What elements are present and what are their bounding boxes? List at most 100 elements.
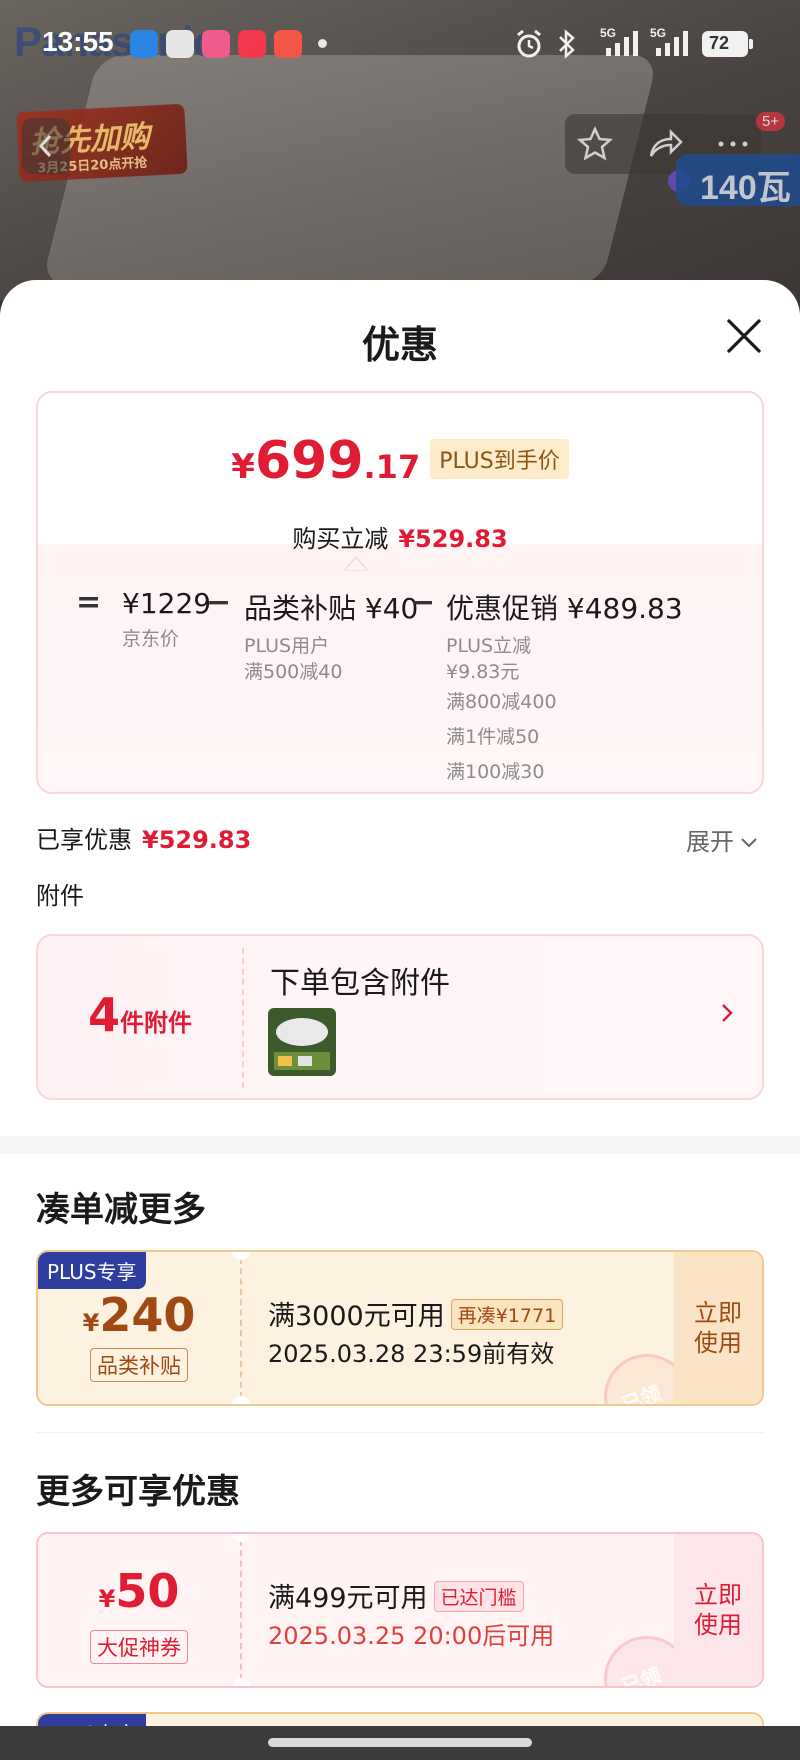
back-button[interactable] [22,118,70,174]
promo-column: 优惠促销 ¥489.83 PLUS立减 ¥9.83元 满800减400 满1件减5… [446,587,683,790]
promo-detail: PLUS立减 ¥9.83元 [446,633,683,685]
coupon-currency: ¥ [82,1309,100,1337]
watt-badge: 140瓦 [676,154,800,207]
coupon-validity: 2025.03.28 23:59前有效 [268,1340,555,1368]
jd-price: ¥1229 [122,587,212,620]
currency-symbol: ¥ [231,447,255,487]
minus-sign: − [206,585,232,620]
sheet-title: 优惠 [361,323,438,367]
close-icon[interactable] [724,316,764,356]
price-breakdown-card: ¥699.17 PLUS到手价 购买立减 ¥529.83 = ¥1229 京东价 −… [36,391,764,794]
chevron-down-icon [741,838,757,848]
use-now-button[interactable]: 立即 使用 [674,1252,762,1404]
instant-discount-line: 购买立减 ¥529.83 [38,519,762,554]
coupon-amount: ¥50 [38,1564,240,1618]
enjoyed-amount: ¥529.83 [142,826,252,854]
subsidy-detail: PLUS用户 满500减40 [244,633,418,685]
card-divider [242,948,244,1088]
jd-price-column: ¥1229 京东价 [122,587,211,652]
claimed-stamp-text: 已领 [618,1380,665,1406]
notes-app-icon [238,30,266,58]
signal-icon [656,31,688,56]
promo-amount: 优惠促销 ¥489.83 [446,592,683,625]
cart-count-badge: 5+ [756,112,786,131]
battery-icon: 72 [702,31,753,57]
minus-sign: − [410,585,436,620]
subsidy-column: 品类补贴 ¥40 PLUS用户 满500减40 [244,587,418,685]
coupon-tag: 再凑¥1771 [450,1299,564,1330]
coupon-tag: 已达门槛 [433,1581,524,1612]
chevron-left-icon [38,134,52,158]
use-now-label-line: 使用 [694,1329,742,1357]
alarm-icon [517,29,541,58]
use-now-label-line: 立即 [694,1299,742,1327]
star-icon[interactable] [575,126,615,162]
accessories-card[interactable]: 4件附件 下单包含附件 [36,934,764,1100]
extra-offers-title: 更多可享优惠 [36,1472,240,1512]
coupon-type-label: 品类补贴 [90,1348,188,1382]
claimed-stamp-text: 已领 [618,1662,665,1688]
enjoyed-label: 已享优惠 [36,826,132,854]
coupon-value-area: ¥50 大促神券 [38,1534,240,1686]
notification-dot [318,39,327,48]
use-now-label: 立即 使用 [674,1298,762,1358]
signal-icon [606,31,638,56]
plus-exclusive-badge: PLUS专享 [38,1252,146,1289]
coupon-condition: 满499元可用 已达门槛 [268,1576,524,1615]
discount-amount: ¥529.83 [398,525,508,553]
status-bar: 13:55 5G 5G 72 [0,0,800,88]
accessories-title: 附件 [36,882,84,910]
coupon-perforation [240,1540,242,1680]
promo-rule: 满800减400 [446,691,557,713]
divider [36,1432,764,1433]
promo-rule: 满1件减50 [446,726,540,748]
final-price: ¥699.17 [231,431,420,491]
coupon-perforation [240,1258,242,1398]
chevron-right-icon [722,1004,733,1022]
coupon-condition-text: 满3000元可用 [268,1301,445,1332]
coupon-condition: 满3000元可用 再凑¥1771 [268,1294,564,1333]
price-decimal: .17 [363,448,421,486]
subsidy-amount: 品类补贴 ¥40 [244,592,419,625]
coupon-type: 大促神券 [38,1630,240,1664]
section-separator [0,1136,800,1154]
coupon-type: 品类补贴 [38,1348,240,1382]
more-savings-title: 凑单减更多 [36,1190,206,1230]
use-now-label: 立即 使用 [674,1580,762,1640]
accessory-thumbnail [268,1008,336,1076]
coupon-amount-number: 240 [99,1288,196,1342]
accessory-count: 4件附件 [38,988,242,1042]
accessory-count-number: 4 [87,988,120,1042]
use-now-button[interactable]: 立即 使用 [674,1534,762,1686]
coupon-card: ¥50 大促神券 满499元可用 已达门槛 2025.03.25 20:00后可用… [36,1532,764,1688]
coupon-amount-number: 50 [115,1564,180,1618]
coupon-currency: ¥ [98,1585,116,1613]
price-breakdown: = ¥1229 京东价 − 品类补贴 ¥40 PLUS用户 满500减40 − 优… [38,571,762,791]
sheet-header: 优惠 [0,280,800,390]
subsidy-rule: 满500减40 [244,661,343,683]
coupon-amount: ¥240 [38,1288,240,1342]
subsidy-plus-user: PLUS用户 [244,635,330,657]
final-price-row: ¥699.17 PLUS到手价 [38,431,762,491]
promo-plus-reduction: PLUS立减 [446,635,532,657]
system-nav-bar [0,1726,800,1760]
equals-sign: = [76,585,102,620]
value-app-icon [166,30,194,58]
coupon-notch [232,1678,250,1686]
game-app-icon [274,30,302,58]
use-now-label-line: 使用 [694,1611,742,1639]
watt-label: 140瓦 [700,169,791,207]
expand-button[interactable]: 展开 [686,822,758,857]
shopping-app-icon [202,30,230,58]
battery-level: 72 [709,33,730,53]
plus-price-tag: PLUS到手价 [430,439,569,479]
coupon-type-label: 大促神券 [90,1630,188,1664]
promo-plus-amount: ¥9.83元 [446,661,520,683]
discount-label: 购买立减 [292,525,389,553]
use-now-label-line: 立即 [694,1581,742,1609]
offers-sheet: 优惠 ¥699.17 PLUS到手价 购买立减 ¥529.83 = ¥1229 京东… [0,280,800,1760]
accessory-count-unit: 件附件 [120,1009,192,1037]
coupon-validity: 2025.03.25 20:00后可用 [268,1622,555,1650]
home-indicator[interactable] [268,1738,532,1747]
pointer-caret-icon [344,555,368,571]
